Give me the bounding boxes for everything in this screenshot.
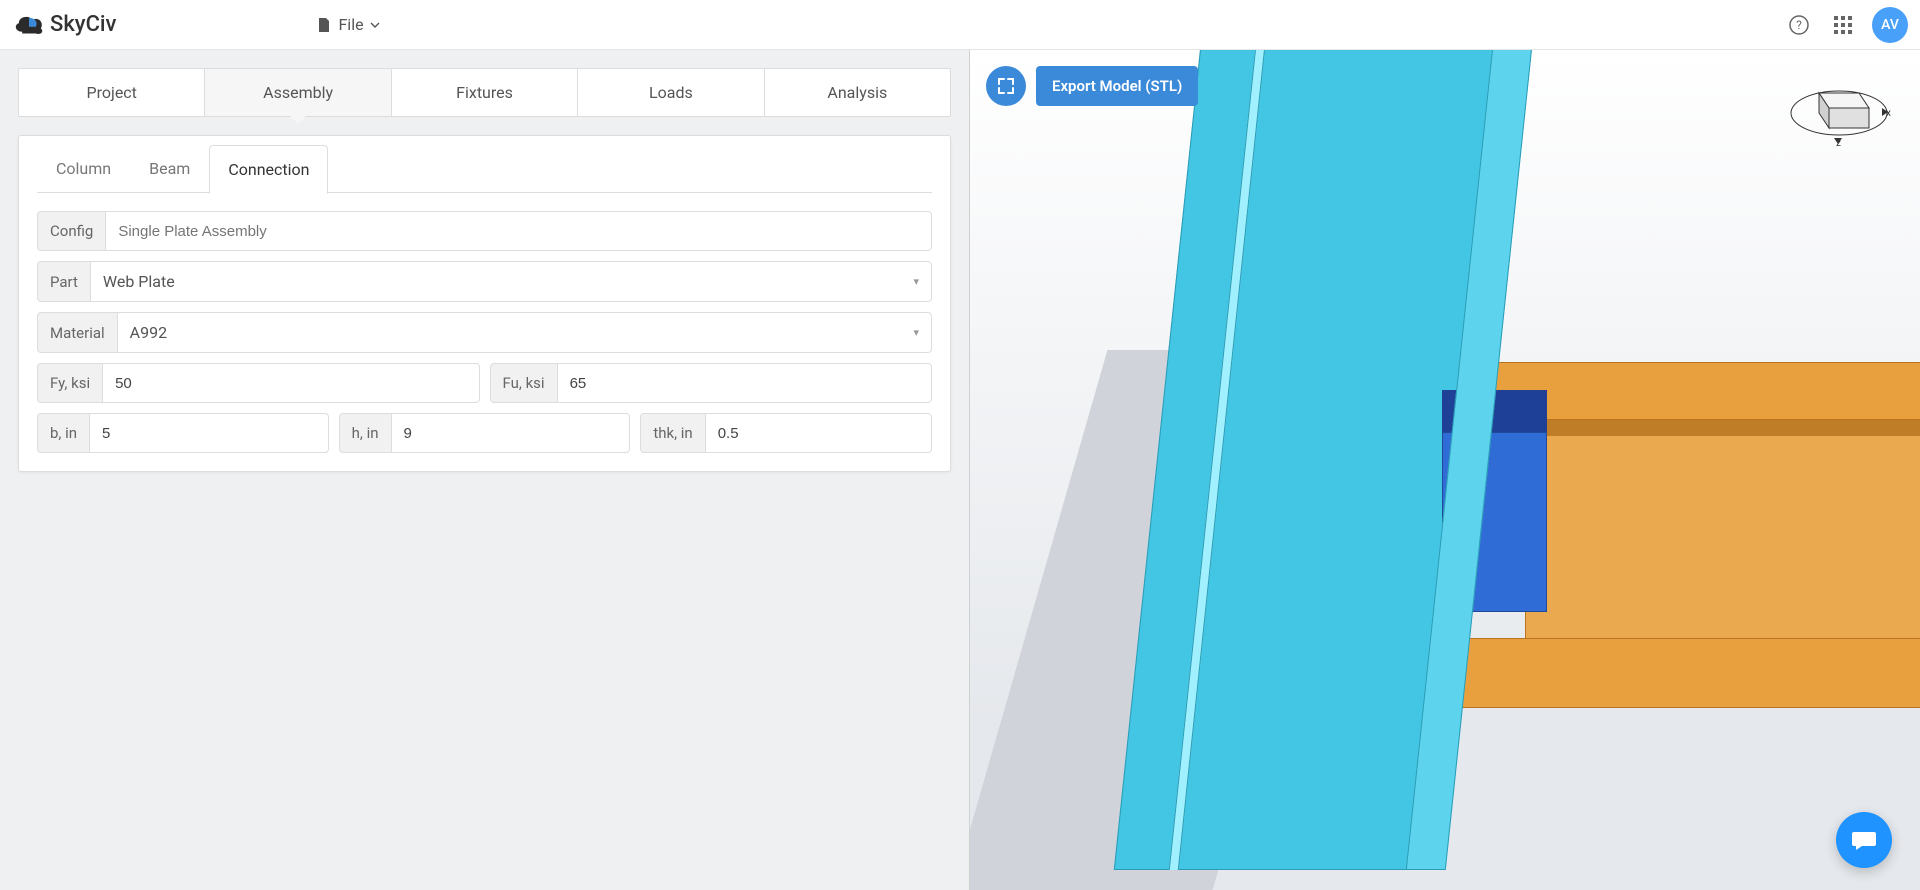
- fullscreen-button[interactable]: [986, 66, 1026, 106]
- header-right: ? AV: [1784, 7, 1908, 43]
- thk-label: thk, in: [640, 413, 704, 453]
- expand-icon: [997, 77, 1015, 95]
- sub-tabs: Column Beam Connection: [19, 136, 950, 193]
- fy-input[interactable]: [102, 363, 479, 403]
- sub-tab-connection[interactable]: Connection: [209, 145, 328, 194]
- tab-loads[interactable]: Loads: [578, 69, 764, 116]
- viewport-controls: Export Model (STL): [986, 66, 1198, 106]
- fy-label: Fy, ksi: [37, 363, 102, 403]
- cube-icon: x z: [1784, 68, 1894, 148]
- svg-text:?: ?: [1796, 18, 1802, 32]
- left-pane: Project Assembly Fixtures Loads Analysis…: [0, 50, 970, 890]
- brand-logo: SkyCiv: [12, 11, 116, 39]
- svg-text:x: x: [1886, 108, 1891, 119]
- tab-analysis[interactable]: Analysis: [765, 69, 950, 116]
- part-label: Part: [37, 261, 90, 302]
- config-field[interactable]: [105, 211, 932, 251]
- caret-icon: ▾: [913, 326, 919, 339]
- part-select[interactable]: Web Plate ▾: [90, 261, 932, 302]
- brand-text: SkyCiv: [50, 12, 116, 37]
- apps-button[interactable]: [1828, 10, 1858, 40]
- form-body: Config Part Web Plate ▾ Mater: [19, 193, 950, 471]
- caret-icon: ▾: [913, 275, 919, 288]
- config-label: Config: [37, 211, 105, 251]
- h-input[interactable]: [391, 413, 631, 453]
- export-label: Export Model (STL): [1052, 77, 1182, 95]
- beam-bottom-flange: [1430, 638, 1920, 708]
- main-tabs: Project Assembly Fixtures Loads Analysis: [18, 68, 951, 117]
- file-menu[interactable]: File: [316, 15, 379, 34]
- avatar-initials: AV: [1881, 17, 1899, 33]
- chat-button[interactable]: [1836, 812, 1892, 868]
- material-value: A992: [130, 323, 167, 342]
- file-icon: [316, 17, 332, 33]
- tab-fixtures[interactable]: Fixtures: [392, 69, 578, 116]
- sub-tab-column[interactable]: Column: [37, 144, 130, 193]
- b-label: b, in: [37, 413, 89, 453]
- form-card: Column Beam Connection Config Part Web: [18, 135, 951, 472]
- help-button[interactable]: ?: [1784, 10, 1814, 40]
- view-cube[interactable]: x z: [1784, 68, 1894, 148]
- tab-project[interactable]: Project: [19, 69, 205, 116]
- fu-input[interactable]: [557, 363, 932, 403]
- file-menu-label: File: [338, 15, 363, 34]
- sub-tab-beam[interactable]: Beam: [130, 144, 209, 193]
- export-stl-button[interactable]: Export Model (STL): [1036, 66, 1198, 106]
- scene: [970, 50, 1920, 890]
- tab-assembly[interactable]: Assembly: [205, 69, 391, 116]
- b-input[interactable]: [89, 413, 329, 453]
- avatar[interactable]: AV: [1872, 7, 1908, 43]
- material-select[interactable]: A992 ▾: [117, 312, 932, 353]
- cloud-icon: [12, 11, 46, 39]
- thk-input[interactable]: [705, 413, 932, 453]
- help-icon: ?: [1788, 14, 1810, 36]
- fu-label: Fu, ksi: [490, 363, 557, 403]
- app-header: SkyCiv File ? AV: [0, 0, 1920, 50]
- chevron-down-icon: [370, 20, 380, 30]
- viewport-3d[interactable]: Export Model (STL) x z: [970, 50, 1920, 890]
- chat-icon: [1850, 826, 1878, 854]
- part-value: Web Plate: [103, 272, 175, 291]
- material-label: Material: [37, 312, 117, 353]
- h-label: h, in: [339, 413, 391, 453]
- grid-icon: [1833, 15, 1853, 35]
- beam-web: [1525, 420, 1920, 640]
